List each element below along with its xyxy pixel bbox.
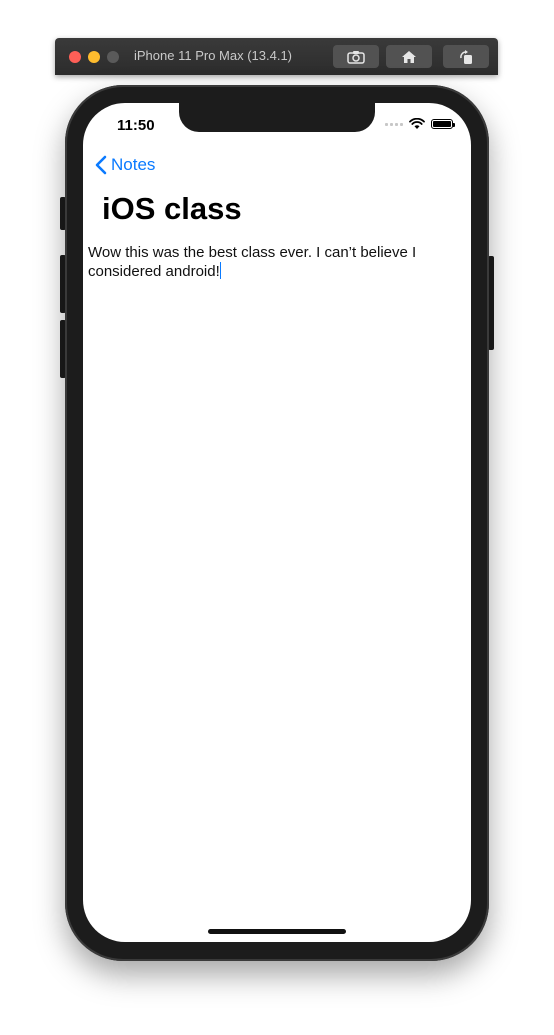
simulator-title-bar: iPhone 11 Pro Max (13.4.1): [55, 38, 498, 75]
status-time: 11:50: [117, 117, 155, 134]
close-window-button[interactable]: [69, 51, 81, 63]
wifi-icon: [409, 118, 425, 129]
rotate-icon: [460, 49, 472, 64]
minimize-window-button[interactable]: [88, 51, 100, 63]
status-icons: [385, 118, 455, 130]
back-button[interactable]: Notes: [95, 155, 155, 175]
window-title: iPhone 11 Pro Max (13.4.1): [134, 48, 293, 63]
home-icon: [402, 50, 416, 63]
notch: [179, 103, 375, 132]
screenshot-button[interactable]: [333, 45, 379, 68]
text-cursor: [219, 262, 221, 279]
battery-icon: [431, 119, 455, 129]
device-screen: 11:50 Notes iOS class Wow this was the b…: [83, 103, 471, 942]
cellular-signal-icon: [385, 122, 403, 126]
zoom-window-button[interactable]: [107, 51, 119, 63]
screenshot-icon: [347, 50, 365, 64]
back-button-label: Notes: [111, 155, 156, 174]
note-body-text[interactable]: Wow this was the best class ever. I can’…: [88, 243, 458, 281]
note-title: iOS class: [102, 191, 242, 226]
home-indicator[interactable]: [208, 929, 346, 934]
home-button[interactable]: [386, 45, 432, 68]
note-body-content: Wow this was the best class ever. I can’…: [88, 244, 417, 280]
rotate-button[interactable]: [443, 45, 489, 68]
chevron-left-icon: [95, 155, 107, 175]
